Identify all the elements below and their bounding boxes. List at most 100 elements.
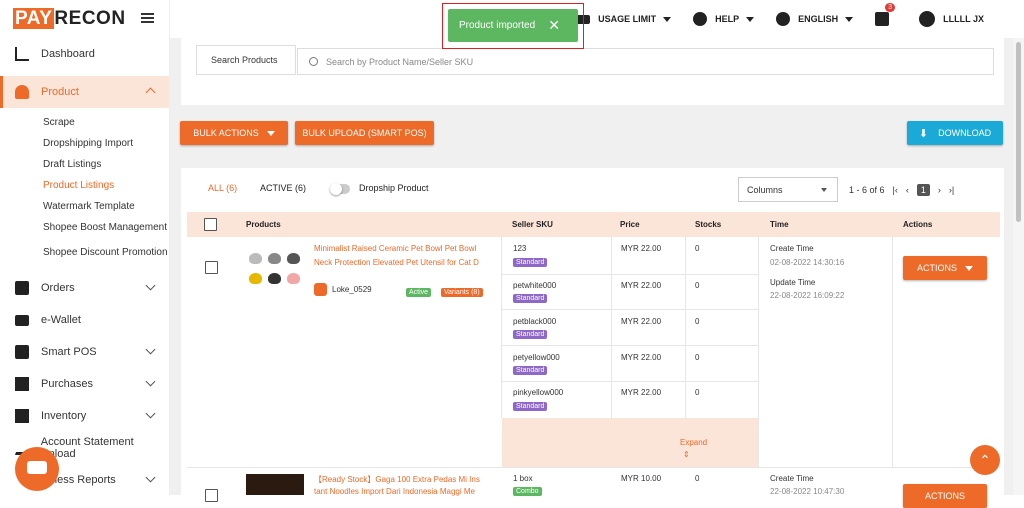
header-time: Time (770, 220, 789, 229)
seller-sku: 123 (513, 244, 527, 253)
sidebar-item-orders[interactable]: Orders (0, 272, 169, 304)
help-menu[interactable]: HELP (693, 12, 755, 26)
logo-pay: PAY (13, 8, 55, 29)
columns-select[interactable]: Columns (738, 177, 838, 202)
sidebar-sub-product-listings[interactable]: Product Listings (0, 175, 169, 196)
row-checkbox[interactable] (205, 261, 218, 274)
pagination: 1 - 6 of 6 |‹ ‹ 1 › ›| (849, 184, 962, 196)
price: MYR 10.00 (621, 474, 662, 483)
row-actions-button[interactable]: ACTIONS (903, 256, 987, 280)
scrollbar[interactable] (1013, 38, 1024, 495)
row-actions-button[interactable]: ACTIONS (903, 484, 987, 508)
caret-down-icon (663, 16, 672, 22)
expand-area[interactable] (502, 418, 758, 467)
last-page-icon[interactable]: ›| (949, 185, 954, 195)
header-price: Price (620, 220, 640, 229)
caret-down-icon (266, 130, 275, 136)
page-number[interactable]: 1 (916, 184, 930, 196)
sidebar-sub-shopee-discount[interactable]: Shopee Discount Promotion (0, 238, 169, 268)
sku-type-badge: Standard (513, 366, 548, 375)
sidebar-label: Dashboard (41, 48, 95, 60)
sidebar-item-purchases[interactable]: Purchases (0, 368, 169, 400)
table-header: Products Seller SKU Price Stocks Time Ac… (187, 212, 1000, 237)
pagination-range: 1 - 6 of 6 (849, 185, 885, 195)
download-button[interactable]: ⬇ DOWNLOAD (907, 121, 1003, 145)
chat-button[interactable] (15, 447, 59, 491)
row-actions-label: ACTIONS (916, 263, 957, 273)
expand-chevron-icon[interactable]: ⇕ (683, 450, 690, 459)
globe-icon (776, 12, 791, 26)
avatar-icon (919, 11, 936, 27)
sidebar-sub-scrape[interactable]: Scrape (0, 112, 169, 133)
sku-type-badge: Standard (513, 258, 548, 267)
sidebar-sub-draft-listings[interactable]: Draft Listings (0, 154, 169, 175)
tab-active[interactable]: ACTIVE (6) (260, 183, 306, 193)
download-label: DOWNLOAD (938, 128, 992, 138)
stock: 0 (695, 317, 700, 326)
sku-type-badge: Standard (513, 330, 548, 339)
chevron-down-icon (145, 376, 156, 387)
price: MYR 22.00 (621, 281, 662, 290)
caret-down-icon (821, 188, 827, 192)
dropship-toggle[interactable] (330, 183, 350, 195)
sidebar-sub-dropshipping-import[interactable]: Dropshipping Import (0, 133, 169, 154)
bulk-upload-button[interactable]: BULK UPLOAD (SMART POS) (295, 121, 434, 145)
variants-badge[interactable]: Variants (8) (441, 288, 483, 297)
sidebar-item-ewallet[interactable]: e-Wallet (0, 304, 169, 336)
topbar: USAGE LIMIT HELP ENGLISH 3 LLLLL JX (170, 0, 1014, 38)
bulk-actions-label: BULK ACTIONS (193, 128, 259, 138)
header-products: Products (246, 220, 281, 229)
product-thumbnail (249, 251, 305, 291)
stock: 0 (695, 353, 700, 362)
sidebar-label: Product (41, 86, 79, 98)
product-title-line1[interactable]: 【Ready Stock】Gaga 100 Extra Pedas Mi Ins (314, 474, 480, 485)
boxes-icon (15, 377, 29, 391)
bulk-actions-button[interactable]: BULK ACTIONS (180, 121, 288, 145)
megaphone-icon (875, 12, 890, 26)
scroll-to-top-button[interactable]: ⌃ (970, 445, 1000, 475)
product-title-line2[interactable]: Neck Protection Elevated Pet Utensil for… (314, 258, 479, 267)
stock: 0 (695, 388, 700, 397)
usage-limit-menu[interactable]: USAGE LIMIT (576, 14, 672, 24)
user-menu[interactable]: LLLLL JX (919, 11, 984, 27)
sidebar-item-dashboard[interactable]: Dashboard (0, 38, 169, 70)
sidebar-label: Smart POS (41, 346, 97, 358)
chevron-down-icon (145, 472, 156, 483)
notifications-button[interactable]: 3 (875, 3, 897, 26)
seller-sku: petblack000 (513, 317, 557, 326)
search-input[interactable]: Search by Product Name/Seller SKU (297, 48, 994, 75)
orders-icon (15, 281, 29, 295)
update-time: 22-08-2022 16:09:22 (770, 291, 845, 300)
highlight-box (442, 3, 584, 49)
sidebar: PAY RECON Dashboard Product Scrape Dropsh… (0, 0, 170, 495)
chevron-down-icon (145, 280, 156, 291)
tab-all[interactable]: ALL (6) (208, 183, 237, 193)
sidebar-label: Orders (41, 282, 75, 294)
help-icon (693, 12, 708, 26)
product-icon (15, 85, 29, 99)
usage-limit-label: USAGE LIMIT (598, 14, 657, 24)
price: MYR 22.00 (621, 353, 662, 362)
expand-button[interactable]: Expand (680, 438, 707, 447)
price: MYR 22.00 (621, 244, 662, 253)
sidebar-item-smart-pos[interactable]: Smart POS (0, 336, 169, 368)
sidebar-sub-shopee-boost[interactable]: Shopee Boost Management (0, 217, 169, 238)
chevron-up-icon: ⌃ (979, 451, 991, 468)
sidebar-item-product[interactable]: Product (0, 76, 169, 108)
sidebar-sub-watermark-template[interactable]: Watermark Template (0, 196, 169, 217)
caret-down-icon (845, 16, 854, 22)
price: MYR 22.00 (621, 317, 662, 326)
language-menu[interactable]: ENGLISH (776, 12, 854, 26)
hamburger-menu-icon[interactable] (141, 13, 154, 23)
sidebar-label: e-Wallet (41, 314, 81, 326)
product-title-line1[interactable]: Minimalist Raised Ceramic Pet Bowl Pet B… (314, 244, 476, 253)
select-all-checkbox[interactable] (204, 218, 217, 231)
create-time-label: Create Time (770, 474, 814, 483)
row-checkbox[interactable] (205, 489, 218, 502)
first-page-icon[interactable]: |‹ (893, 185, 898, 195)
sidebar-label: Purchases (41, 378, 93, 390)
sidebar-item-inventory[interactable]: Inventory (0, 400, 169, 432)
logo: PAY RECON (0, 0, 169, 38)
next-page-icon[interactable]: › (938, 185, 941, 195)
prev-page-icon[interactable]: ‹ (906, 185, 909, 195)
